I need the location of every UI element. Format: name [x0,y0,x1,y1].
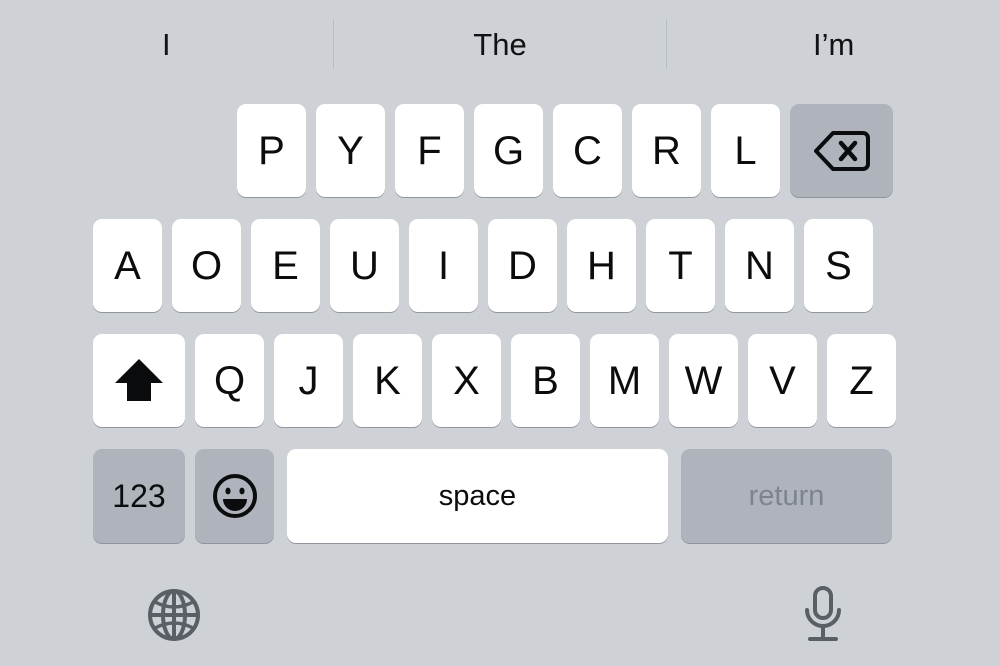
suggestion-item-2[interactable]: The [334,29,667,60]
key-b[interactable]: B [511,334,580,427]
key-i[interactable]: I [409,219,478,312]
key-u[interactable]: U [330,219,399,312]
key-z[interactable]: Z [827,334,896,427]
keyboard-utility-bar [0,566,1000,666]
key-return[interactable]: return [681,449,892,543]
key-p[interactable]: P [237,104,306,197]
key-v[interactable]: V [748,334,817,427]
key-d[interactable]: D [488,219,557,312]
key-l[interactable]: L [711,104,780,197]
ios-keyboard: I The I’m P Y F G C R L A O E U I D H T … [0,0,1000,666]
key-y[interactable]: Y [316,104,385,197]
key-g[interactable]: G [474,104,543,197]
key-space[interactable]: space [287,449,668,543]
key-a[interactable]: A [93,219,162,312]
key-q[interactable]: Q [195,334,264,427]
keyboard-row-3: Q J K X B M W V Z [93,334,896,427]
key-w[interactable]: W [669,334,738,427]
key-shift[interactable] [93,334,185,427]
key-h[interactable]: H [567,219,636,312]
key-numeric-mode[interactable]: 123 [93,449,185,543]
suggestion-item-3[interactable]: I’m [667,29,1000,60]
key-dictation[interactable] [790,582,856,648]
key-n[interactable]: N [725,219,794,312]
microphone-icon [797,584,849,646]
key-t[interactable]: T [646,219,715,312]
shift-arrow-up-icon [113,356,165,406]
key-r[interactable]: R [632,104,701,197]
keyboard-row-2: A O E U I D H T N S [93,219,873,312]
emoji-smiley-icon [212,473,258,519]
suggestion-item-1[interactable]: I [0,29,333,60]
key-j[interactable]: J [274,334,343,427]
globe-icon [145,586,203,644]
key-c[interactable]: C [553,104,622,197]
delete-backspace-icon [813,130,870,172]
key-e[interactable]: E [251,219,320,312]
key-globe[interactable] [141,582,207,648]
key-delete[interactable] [790,104,893,197]
key-emoji[interactable] [195,449,274,543]
key-f[interactable]: F [395,104,464,197]
key-o[interactable]: O [172,219,241,312]
keyboard-row-4: 123 space return [93,449,892,543]
key-s[interactable]: S [804,219,873,312]
key-k[interactable]: K [353,334,422,427]
key-m[interactable]: M [590,334,659,427]
predictive-text-bar: I The I’m [0,0,1000,88]
keyboard-row-1: P Y F G C R L [237,104,893,197]
key-x[interactable]: X [432,334,501,427]
